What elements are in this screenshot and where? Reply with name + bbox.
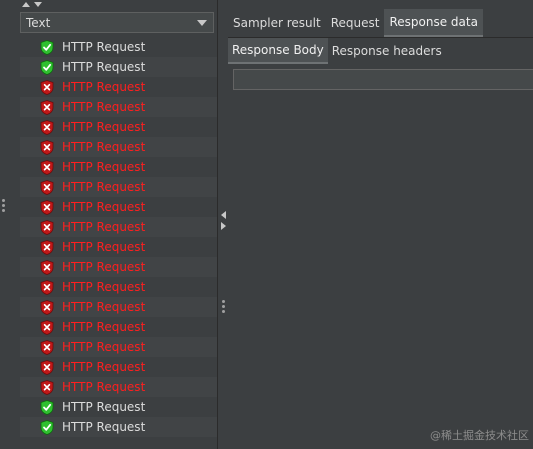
resize-grip-icon[interactable]: [2, 199, 5, 213]
tree-row[interactable]: HTTP Request: [20, 217, 217, 237]
subtab-response-body[interactable]: Response Body: [228, 38, 328, 64]
arrow-up-icon[interactable]: [22, 2, 30, 7]
tree-row[interactable]: HTTP Request: [20, 377, 217, 397]
success-shield-icon: [40, 59, 54, 75]
tree-row[interactable]: HTTP Request: [20, 357, 217, 377]
results-tree: HTTP Request HTTP Request HTTP Request HTTP…: [20, 37, 217, 437]
tree-row-label: HTTP Request: [62, 320, 146, 334]
watermark: @稀土掘金技术社区: [430, 429, 529, 442]
error-shield-icon: [40, 319, 54, 335]
tree-row[interactable]: HTTP Request: [20, 117, 217, 137]
error-shield-icon: [40, 339, 54, 355]
tree-row[interactable]: HTTP Request: [20, 177, 217, 197]
error-shield-icon: [40, 379, 54, 395]
success-shield-icon: [40, 399, 54, 415]
error-shield-icon: [40, 119, 54, 135]
collapse-left-icon[interactable]: [221, 211, 226, 219]
tree-row[interactable]: HTTP Request: [20, 337, 217, 357]
tree-row[interactable]: HTTP Request: [20, 57, 217, 77]
response-subtabbar: Response Body Response headers: [228, 38, 446, 64]
tree-row[interactable]: HTTP Request: [20, 237, 217, 257]
result-detail-panel: Sampler result Request Response data Res…: [228, 0, 533, 449]
tree-row-label: HTTP Request: [62, 200, 146, 214]
error-shield-icon: [40, 359, 54, 375]
tree-row-label: HTTP Request: [62, 100, 146, 114]
error-shield-icon: [40, 199, 54, 215]
tree-row-label: HTTP Request: [62, 280, 146, 294]
tree-row[interactable]: HTTP Request: [20, 277, 217, 297]
tree-row-label: HTTP Request: [62, 400, 146, 414]
response-body-field[interactable]: [233, 69, 533, 90]
expand-right-icon[interactable]: [221, 222, 226, 230]
tree-row-label: HTTP Request: [62, 360, 146, 374]
error-shield-icon: [40, 99, 54, 115]
tree-row[interactable]: HTTP Request: [20, 257, 217, 277]
error-shield-icon: [40, 159, 54, 175]
success-shield-icon: [40, 39, 54, 55]
tree-row[interactable]: HTTP Request: [20, 417, 217, 437]
tab-sampler-result[interactable]: Sampler result: [228, 9, 326, 37]
tree-row[interactable]: HTTP Request: [20, 317, 217, 337]
tree-row[interactable]: HTTP Request: [20, 197, 217, 217]
tree-row-label: HTTP Request: [62, 40, 146, 54]
detail-tabbar: Sampler result Request Response data: [228, 9, 483, 37]
chevron-down-icon[interactable]: [197, 20, 207, 26]
tree-row[interactable]: HTTP Request: [20, 77, 217, 97]
subtab-response-headers[interactable]: Response headers: [328, 38, 446, 64]
tab-response-data[interactable]: Response data: [384, 9, 483, 37]
tree-row-label: HTTP Request: [62, 120, 146, 134]
error-shield-icon: [40, 259, 54, 275]
tree-row-label: HTTP Request: [62, 180, 146, 194]
results-tree-window: Text HTTP Request HTTP Request HTTP Reques…: [0, 0, 533, 449]
tree-row-label: HTTP Request: [62, 260, 146, 274]
error-shield-icon: [40, 299, 54, 315]
tree-row[interactable]: HTTP Request: [20, 137, 217, 157]
arrow-down-icon[interactable]: [34, 2, 42, 7]
tree-row-label: HTTP Request: [62, 300, 146, 314]
results-tree-panel: Text HTTP Request HTTP Request HTTP Reques…: [10, 0, 217, 449]
error-shield-icon: [40, 79, 54, 95]
renderer-select[interactable]: Text: [20, 12, 214, 33]
error-shield-icon: [40, 219, 54, 235]
panel-splitter[interactable]: [217, 0, 228, 449]
tree-row-label: HTTP Request: [62, 140, 146, 154]
tree-row-label: HTTP Request: [62, 240, 146, 254]
success-shield-icon: [40, 419, 54, 435]
tree-row[interactable]: HTTP Request: [20, 157, 217, 177]
tree-row-label: HTTP Request: [62, 420, 146, 434]
error-shield-icon: [40, 239, 54, 255]
error-shield-icon: [40, 179, 54, 195]
tree-row-label: HTTP Request: [62, 340, 146, 354]
error-shield-icon: [40, 279, 54, 295]
tree-row-label: HTTP Request: [62, 80, 146, 94]
tree-row[interactable]: HTTP Request: [20, 37, 217, 57]
tree-row-label: HTTP Request: [62, 160, 146, 174]
left-gutter: [0, 0, 10, 449]
splitter-grip-icon[interactable]: [222, 300, 225, 315]
tree-row-label: HTTP Request: [62, 380, 146, 394]
tree-row-label: HTTP Request: [62, 60, 146, 74]
collapse-expand-arrows[interactable]: [22, 2, 42, 10]
error-shield-icon: [40, 139, 54, 155]
tab-request[interactable]: Request: [326, 9, 385, 37]
tree-row[interactable]: HTTP Request: [20, 397, 217, 417]
tree-row[interactable]: HTTP Request: [20, 297, 217, 317]
tree-row-label: HTTP Request: [62, 220, 146, 234]
tree-row[interactable]: HTTP Request: [20, 97, 217, 117]
renderer-select-value: Text: [26, 15, 51, 30]
